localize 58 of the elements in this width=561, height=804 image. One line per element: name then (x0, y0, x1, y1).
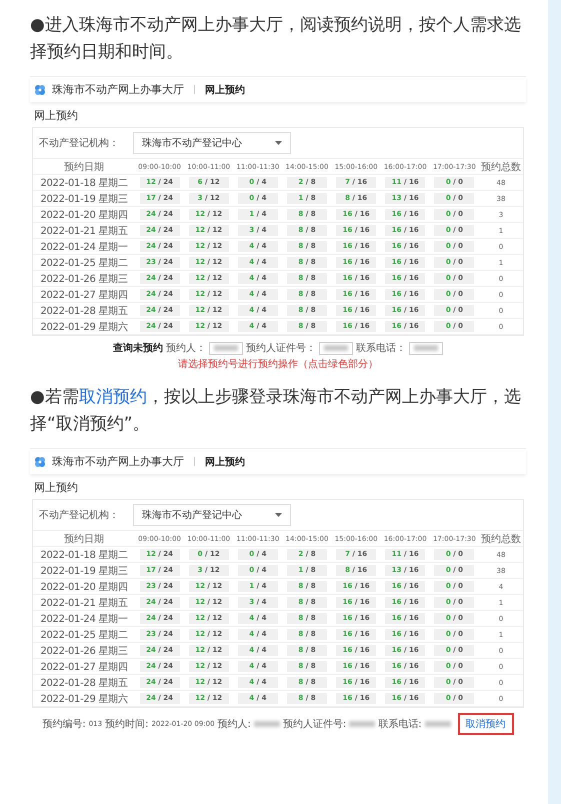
field-label: 预约时间: (105, 718, 148, 731)
field-label: 预约人证件号： (246, 342, 316, 355)
date-cell-text: 2022-01-20 星期四 (39, 580, 129, 594)
cancel-button[interactable]: 取消预约 (458, 713, 514, 735)
date-cell-text: 2022-01-26 星期三 (39, 644, 129, 658)
input-field[interactable] (409, 342, 443, 354)
page-heading: 网上预约 (33, 108, 79, 124)
date-cell-text: 2022-01-29 星期六 (39, 692, 129, 706)
date-cell-text: 2022-01-24 星期一 (39, 612, 129, 626)
site-title: 珠海市不动产网上办事大厅 (52, 82, 184, 97)
query-button[interactable]: 查询未预约 (113, 341, 163, 355)
site-title: 珠海市不动产网上办事大厅 (52, 454, 184, 469)
office-select[interactable]: 珠海市不动产登记中心 (133, 132, 291, 154)
field-label: 联系电话: (378, 718, 422, 731)
redacted-value (424, 721, 451, 727)
field-label: 预约人证件号: (282, 718, 346, 731)
date-cell-text: 2022-01-26 星期三 (39, 272, 129, 286)
date-cell-text: 2022-01-28 星期五 (39, 676, 129, 690)
date-cell-text: 2022-01-18 星期二 (39, 176, 129, 190)
input-field[interactable] (319, 342, 353, 354)
date-cell-text: 2022-01-18 星期二 (39, 548, 129, 562)
column-header: 预约总数 (480, 532, 522, 546)
date-cell-text: 2022-01-28 星期五 (39, 304, 129, 318)
breadcrumb[interactable]: 网上预约 (205, 454, 245, 468)
date-cell-text: 2022-01-20 星期四 (39, 208, 129, 222)
logo-icon (34, 84, 46, 96)
logo-icon (34, 456, 46, 468)
date-cell-text: 2022-01-29 星期六 (39, 320, 129, 334)
column-header: 预约日期 (63, 160, 105, 174)
redacted-value (349, 721, 376, 727)
date-cell-text: 2022-01-19 星期三 (39, 192, 129, 206)
caret-icon (275, 513, 282, 517)
date-cell-text: 2022-01-21 星期五 (39, 224, 129, 238)
office-label: 不动产登记机构： (39, 136, 119, 150)
column-header: 预约总数 (480, 160, 522, 174)
link[interactable]: 取消预约 (78, 387, 147, 407)
date-cell-text: 2022-01-25 星期二 (39, 628, 129, 642)
date-cell-text: 2022-01-27 星期四 (39, 288, 129, 302)
field-label: 预约人: (218, 718, 251, 731)
date-cell-text: 2022-01-21 星期五 (39, 596, 129, 610)
column-header: 预约日期 (63, 532, 105, 546)
page-heading: 网上预约 (33, 480, 79, 496)
office-select[interactable]: 珠海市不动产登记中心 (133, 504, 291, 526)
office-label: 不动产登记机构： (39, 508, 119, 522)
date-cell-text: 2022-01-25 星期二 (39, 256, 129, 270)
field-label: 预约人： (166, 342, 206, 355)
date-cell-text: 2022-01-19 星期三 (39, 564, 129, 578)
field-label: 联系电话： (356, 342, 406, 355)
date-cell-text: 2022-01-24 星期一 (39, 240, 129, 254)
instruction-text: ●若需取消预约，按以上步骤登录珠海市不动产网上办事大厅，选择“取消预约”。 (30, 386, 522, 436)
instruction-text: ●进入珠海市不动产网上办事大厅，阅读预约说明，按个人需求选择预约日期和时间。 (30, 14, 522, 64)
input-field[interactable] (209, 342, 243, 354)
hint-text: 请选择预约号进行预约操作（点击绿色部分） (178, 358, 378, 371)
caret-icon (275, 141, 282, 145)
breadcrumb[interactable]: 网上预约 (205, 82, 245, 96)
field-label: 预约编号: (42, 718, 86, 731)
date-cell-text: 2022-01-27 星期四 (39, 660, 129, 674)
redacted-value (254, 721, 280, 727)
